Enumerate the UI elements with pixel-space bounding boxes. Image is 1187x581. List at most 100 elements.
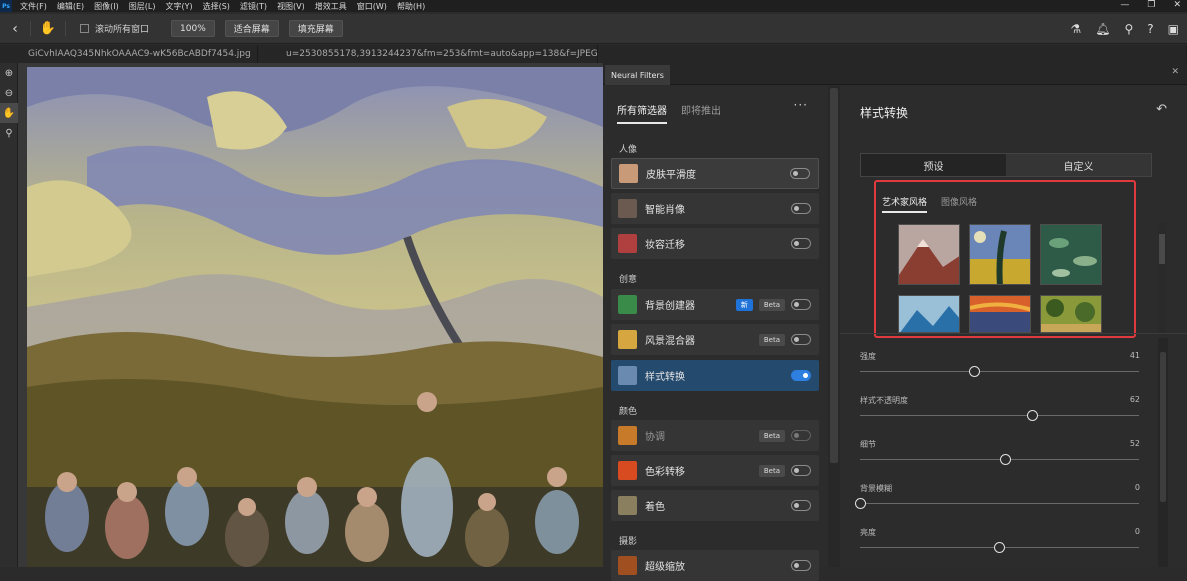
filter-toggle[interactable]: [791, 370, 811, 381]
filter-toggle[interactable]: [791, 299, 811, 310]
skin-smoothing-thumbnail: [619, 164, 638, 183]
menu-layer[interactable]: 图层(L): [129, 1, 156, 12]
beta-badge: Beta: [758, 429, 785, 442]
slider-knob-style-opacity[interactable]: [1027, 410, 1039, 421]
doc-tab-title: GiCvhIAAQ345NhkOAAAC9-wK56BcABDf7454.jpg: [28, 49, 251, 59]
filter-makeup-transfer[interactable]: 妆容迁移: [611, 228, 819, 259]
filter-toggle[interactable]: [791, 500, 811, 511]
menu-filter[interactable]: 滤镜(T): [240, 1, 267, 12]
filter-harmonization[interactable]: 协调 Beta: [611, 420, 819, 451]
doc-tab[interactable]: GiCvhIAAQ345NhkOAAAC9-wK56BcABDf7454.jpg…: [0, 45, 258, 63]
doc-tab[interactable]: u=2530855178,3913244237&fm=253&fmt=auto&…: [258, 45, 598, 63]
style-thumbnail-mountain[interactable]: [898, 224, 960, 285]
filter-toggle[interactable]: [791, 430, 811, 441]
slider-knob-background-blur[interactable]: [854, 498, 866, 509]
scroll-all-windows-checkbox[interactable]: [80, 24, 89, 33]
hand-tool-icon[interactable]: ✋: [0, 103, 18, 123]
filter-background-creator[interactable]: 背景创建器 新 Beta: [611, 289, 819, 320]
bell-icon[interactable]: 🔔︎: [1095, 22, 1110, 36]
doc-tab-title: u=2530855178,3913244237&fm=253&fmt=auto&…: [286, 49, 598, 59]
canvas-area[interactable]: [18, 63, 603, 567]
rotate-view-tool-icon[interactable]: ⊖: [0, 83, 18, 103]
neural-filters-header: Neural Filters ✕: [603, 63, 1187, 85]
filter-label: 色彩转移: [645, 467, 685, 478]
section-photography: 摄影: [619, 537, 638, 547]
doc-tab-hidden[interactable]: [598, 45, 1187, 63]
slider-knob-strength[interactable]: [968, 366, 980, 377]
beta-badge: Beta: [758, 333, 785, 346]
back-arrow-icon[interactable]: ‹: [0, 21, 30, 37]
filter-toggle[interactable]: [791, 560, 811, 571]
filter-landscape-mixer[interactable]: 风景混合器 Beta: [611, 324, 819, 355]
reset-icon[interactable]: ↶: [1156, 102, 1167, 117]
slider-value-style-opacity: 62: [1129, 395, 1140, 404]
slider-knob-detail[interactable]: [999, 454, 1011, 465]
style-thumbnail-wheatfield[interactable]: [969, 224, 1031, 285]
style-thumbnail-scream[interactable]: [969, 295, 1031, 333]
filter-smart-portrait[interactable]: 智能肖像: [611, 193, 819, 224]
menu-type[interactable]: 文字(Y): [165, 1, 192, 12]
slider-track-style-opacity[interactable]: [860, 415, 1139, 416]
slider-track-background-blur[interactable]: [860, 503, 1139, 504]
filter-list-panel: 所有筛选器 即将推出 ··· 人像 皮肤平滑度 智能肖像 妆容迁移 创意 背景创…: [603, 86, 828, 581]
minimize-icon[interactable]: —: [1120, 0, 1129, 10]
menu-edit[interactable]: 编辑(E): [57, 1, 84, 12]
filter-toggle[interactable]: [790, 168, 810, 179]
close-panel-icon[interactable]: ✕: [1171, 67, 1179, 77]
fill-screen-button[interactable]: 填充屏幕: [288, 20, 343, 37]
slider-label-background-blur: 背景模糊: [860, 484, 892, 493]
segment-custom[interactable]: 自定义: [1006, 154, 1151, 176]
settings-scrollbar[interactable]: [1158, 338, 1168, 567]
menu-file[interactable]: 文件(F): [20, 1, 47, 12]
menu-image[interactable]: 图像(I): [94, 1, 119, 12]
compass-tool-icon[interactable]: ⊕: [0, 63, 18, 83]
slider-track-strength[interactable]: [860, 371, 1139, 372]
flask-icon[interactable]: ⚗: [1070, 22, 1081, 36]
style-transfer-settings: 样式转换 ↶ 预设 自定义 艺术家风格 图像风格 强度 41 样式不透明度 62…: [840, 86, 1187, 567]
tab-image-style[interactable]: 图像风格: [941, 195, 977, 213]
more-options-icon[interactable]: ···: [794, 98, 808, 112]
filter-toggle[interactable]: [791, 238, 811, 249]
help-icon[interactable]: ?: [1147, 22, 1153, 36]
menu-select[interactable]: 选择(S): [203, 1, 230, 12]
filter-toggle[interactable]: [791, 334, 811, 345]
segment-preset[interactable]: 预设: [861, 154, 1006, 176]
filter-colorize[interactable]: 着色: [611, 490, 819, 521]
tab-all-filters[interactable]: 所有筛选器: [617, 102, 667, 124]
preset-custom-switch: 预设 自定义: [860, 153, 1152, 177]
document-tabs: GiCvhIAAQ345NhkOAAAC9-wK56BcABDf7454.jpg…: [0, 45, 1187, 63]
filter-toggle[interactable]: [791, 203, 811, 214]
style-thumbnail-blue-mountains[interactable]: [898, 295, 960, 333]
share-icon[interactable]: ▣: [1168, 22, 1179, 36]
style-gallery-scrollbar[interactable]: [1158, 222, 1166, 332]
filter-color-transfer[interactable]: 色彩转移 Beta: [611, 455, 819, 486]
search-icon[interactable]: ⚲: [1124, 22, 1133, 36]
slider-knob-brightness[interactable]: [994, 542, 1005, 553]
filter-toggle[interactable]: [791, 465, 811, 476]
style-thumbnail-garden[interactable]: [1040, 295, 1102, 333]
style-transfer-thumbnail: [618, 366, 637, 385]
close-icon[interactable]: ✕: [1173, 0, 1181, 10]
style-thumbnail-waterlilies[interactable]: [1040, 224, 1102, 285]
menu-window[interactable]: 窗口(W): [357, 1, 387, 12]
filter-super-zoom[interactable]: 超级缩放: [611, 550, 819, 581]
menu-view[interactable]: 视图(V): [277, 1, 305, 12]
neural-filters-tab[interactable]: Neural Filters: [605, 65, 670, 85]
menu-help[interactable]: 帮助(H): [397, 1, 425, 12]
hand-tool-icon[interactable]: ✋: [30, 21, 66, 36]
filter-label: 协调: [645, 432, 665, 443]
tab-artist-style[interactable]: 艺术家风格: [882, 195, 928, 213]
zoom-tool-icon[interactable]: ⚲: [0, 123, 18, 143]
slider-value-brightness: 0: [1134, 527, 1140, 536]
section-creative: 创意: [619, 275, 638, 285]
tab-coming-soon[interactable]: 即将推出: [681, 102, 721, 124]
filter-list-scrollbar[interactable]: [828, 86, 840, 567]
filter-style-transfer[interactable]: 样式转换: [611, 360, 819, 391]
menu-plugins[interactable]: 增效工具: [315, 1, 347, 12]
fit-screen-button[interactable]: 适合屏幕: [224, 20, 279, 37]
restore-icon[interactable]: ❐: [1147, 0, 1155, 10]
zoom-100-button[interactable]: 100%: [171, 20, 215, 37]
separator: [840, 333, 1187, 334]
colorize-thumbnail: [618, 496, 637, 515]
filter-skin-smoothing[interactable]: 皮肤平滑度: [611, 158, 819, 189]
